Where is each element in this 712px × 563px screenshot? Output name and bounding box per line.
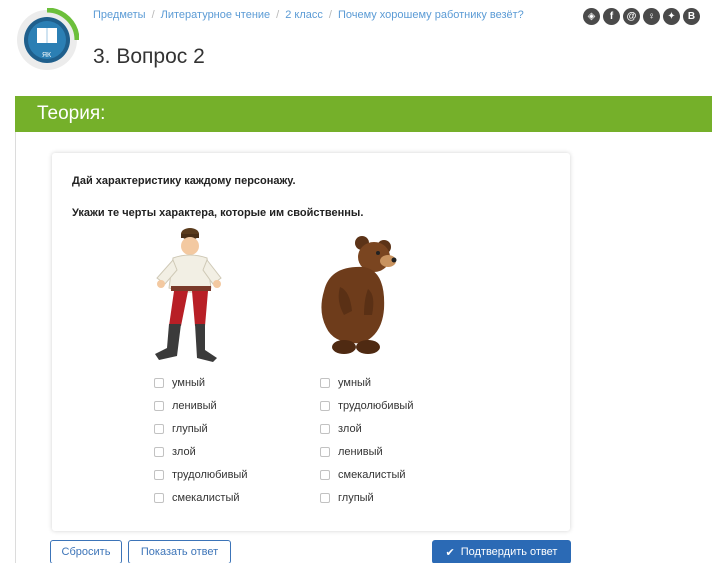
breadcrumb-item-grade[interactable]: 2 класс [285, 9, 323, 21]
option-left-hardworking[interactable]: трудолюбивый [154, 463, 247, 486]
option-left-clever[interactable]: смекалистый [154, 486, 247, 509]
checkbox[interactable] [154, 377, 164, 388]
option-right-hardworking[interactable]: трудолюбивый [320, 394, 413, 417]
content-border [15, 132, 16, 563]
checkbox[interactable] [320, 423, 330, 434]
question-card: Дай характеристику каждому персонажу. Ук… [52, 153, 570, 531]
option-label: ленивый [338, 445, 383, 458]
option-label: умный [338, 376, 372, 389]
breadcrumb-separator: / [276, 9, 280, 21]
submit-answer-label: Подтвердить ответ [460, 546, 558, 558]
option-label: злой [172, 445, 196, 458]
checkbox[interactable] [154, 492, 164, 503]
breadcrumb-item-subjects[interactable]: Предметы [93, 9, 146, 21]
breadcrumb-separator: / [328, 9, 332, 21]
checkbox[interactable] [154, 469, 164, 480]
option-right-lazy[interactable]: ленивый [320, 440, 413, 463]
breadcrumb-item-literature[interactable]: Литературное чтение [161, 9, 271, 21]
page-title: 3. Вопрос 2 [93, 45, 205, 68]
option-right-smart[interactable]: умный [320, 371, 413, 394]
bear-illustration [321, 236, 397, 354]
book-logo-icon: ЯК [17, 7, 80, 70]
breadcrumb-separator: / [151, 9, 155, 21]
facebook-share-icon[interactable]: f [603, 8, 620, 25]
checkbox[interactable] [320, 400, 330, 411]
option-left-lazy[interactable]: ленивый [154, 394, 247, 417]
checkbox[interactable] [320, 469, 330, 480]
option-label: трудолюбивый [172, 468, 248, 481]
right-character-options: умный трудолюбивый злой ленивый смекалис… [320, 371, 413, 509]
option-right-stupid[interactable]: глупый [320, 486, 413, 509]
vk-share-icon[interactable]: ◈ [583, 8, 600, 25]
option-right-clever[interactable]: смекалистый [320, 463, 413, 486]
reset-button[interactable]: Сбросить [50, 540, 122, 563]
odnoklassniki-share-icon[interactable]: ♀ [643, 8, 660, 25]
option-right-evil[interactable]: злой [320, 417, 413, 440]
social-share-bar: ◈ f @ ♀ ✦ В [583, 8, 700, 25]
vkontakte-share-icon[interactable]: В [683, 8, 700, 25]
breadcrumb: Предметы / Литературное чтение / 2 класс / Поч… [93, 9, 563, 22]
left-character-options: умный ленивый глупый злой трудолюбивый с… [154, 371, 247, 509]
checkbox[interactable] [320, 377, 330, 388]
option-label: глупый [338, 491, 374, 504]
checkbox[interactable] [154, 423, 164, 434]
mail-share-icon[interactable]: @ [623, 8, 640, 25]
option-left-stupid[interactable]: глупый [154, 417, 247, 440]
option-label: глупый [172, 422, 208, 435]
option-left-smart[interactable]: умный [154, 371, 247, 394]
checkbox[interactable] [154, 400, 164, 411]
option-label: злой [338, 422, 362, 435]
question-instruction: Дай характеристику каждому персонажу. [72, 175, 296, 187]
svg-text:ЯК: ЯК [42, 52, 52, 59]
option-label: смекалистый [172, 491, 240, 504]
option-label: смекалистый [338, 468, 406, 481]
app-logo[interactable]: ЯК [15, 7, 80, 72]
peasant-man-illustration [155, 228, 222, 362]
checkmark-icon: ✔ [445, 546, 455, 559]
option-label: ленивый [172, 399, 217, 412]
theory-header: Теория: [15, 96, 712, 132]
option-left-evil[interactable]: злой [154, 440, 247, 463]
checkbox[interactable] [320, 492, 330, 503]
option-label: умный [172, 376, 206, 389]
checkbox[interactable] [320, 446, 330, 457]
checkbox[interactable] [154, 446, 164, 457]
theory-heading: Теория: [37, 103, 106, 124]
twitter-share-icon[interactable]: ✦ [663, 8, 680, 25]
question-subinstruction: Укажи те черты характера, которые им сво… [72, 207, 364, 219]
option-label: трудолюбивый [338, 399, 414, 412]
breadcrumb-item-lesson[interactable]: Почему хорошему работнику везёт? [338, 9, 524, 21]
show-answer-button[interactable]: Показать ответ [128, 540, 231, 563]
submit-answer-button[interactable]: ✔ Подтвердить ответ [432, 540, 571, 563]
